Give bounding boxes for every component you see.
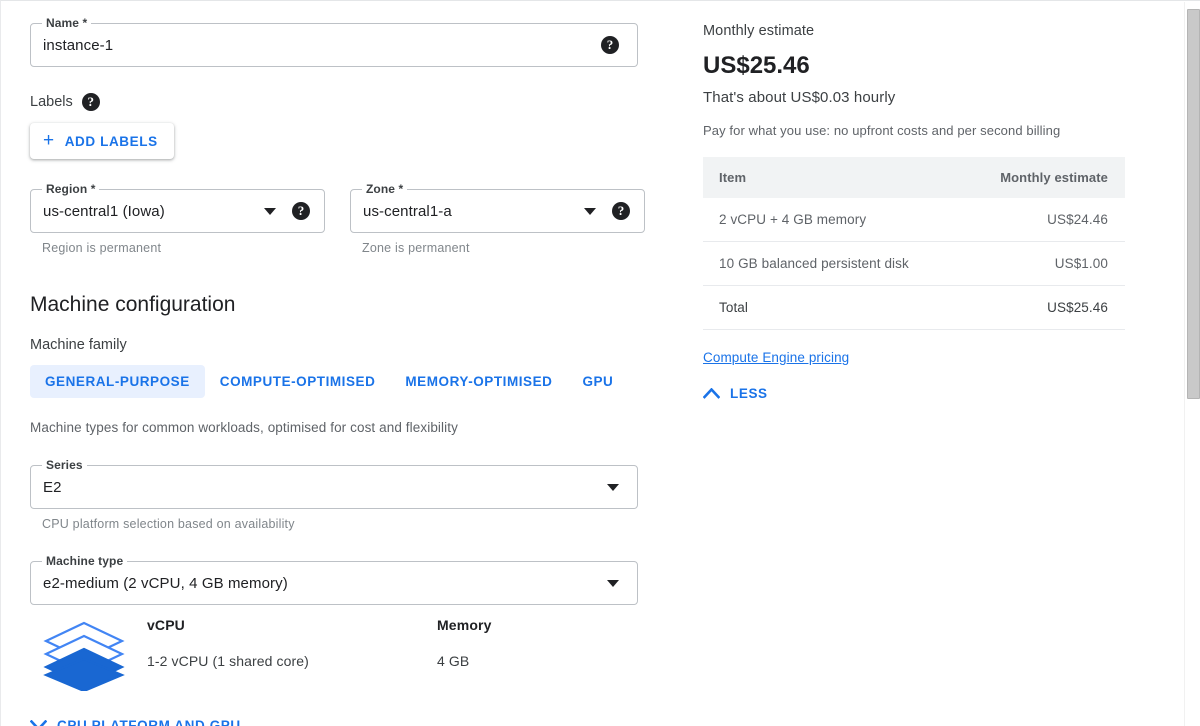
region-select-legend: Region * [42, 182, 100, 196]
tab-gpu[interactable]: GPU [567, 365, 628, 398]
tab-general-purpose[interactable]: GENERAL-PURPOSE [30, 365, 205, 398]
name-field-legend: Name * [42, 16, 92, 30]
cpu-platform-and-gpu-label: CPU PLATFORM AND GPU [57, 718, 241, 726]
region-hint: Region is permanent [42, 241, 162, 255]
table-header-item: Item [703, 157, 954, 198]
chevron-down-icon[interactable] [264, 207, 276, 215]
machine-specs: vCPU 1-2 vCPU (1 shared core) Memory 4 G… [30, 617, 701, 696]
machine-family-label: Machine family [30, 337, 127, 353]
name-field[interactable]: Name * instance-1 ? [30, 16, 638, 67]
region-group: Region * us-central1 (Iowa) ? Region is … [30, 182, 325, 255]
vm-create-form-page: Name * instance-1 ? Labels ? + ADD LABEL… [0, 0, 1200, 726]
name-input-value[interactable]: instance-1 [31, 37, 601, 54]
less-button[interactable]: LESS [703, 386, 1171, 401]
series-hint: CPU platform selection based on availabi… [42, 517, 295, 531]
tab-memory-optimised[interactable]: MEMORY-OPTIMISED [390, 365, 567, 398]
region-zone-row: Region * us-central1 (Iowa) ? Region is … [30, 182, 701, 255]
memory-spec-value: 4 GB [437, 653, 470, 669]
form-left-column: Name * instance-1 ? Labels ? + ADD LABEL… [1, 16, 701, 726]
tab-compute-optimised[interactable]: COMPUTE-OPTIMISED [205, 365, 391, 398]
table-row: 2 vCPU + 4 GB memory US$24.46 [703, 198, 1125, 242]
chevron-down-icon[interactable] [607, 483, 619, 491]
machine-family-description: Machine types for common workloads, opti… [30, 420, 458, 435]
table-header-monthly-estimate: Monthly estimate [953, 157, 1125, 198]
table-header-row: Item Monthly estimate [703, 157, 1125, 198]
series-select-value: E2 [43, 478, 62, 496]
disk-stack-icon [42, 617, 147, 696]
machine-family-tabs: GENERAL-PURPOSE COMPUTE-OPTIMISED MEMORY… [30, 365, 701, 398]
table-cell-cost: US$25.46 [953, 285, 1125, 330]
estimate-panel: Monthly estimate US$25.46 That's about U… [701, 23, 1171, 726]
estimate-table: Item Monthly estimate 2 vCPU + 4 GB memo… [703, 157, 1125, 330]
region-select-value: us-central1 (Iowa) [43, 202, 165, 220]
memory-spec-title: Memory [437, 617, 492, 633]
estimate-amount: US$25.46 [703, 52, 810, 79]
help-icon[interactable]: ? [292, 202, 310, 220]
help-icon[interactable]: ? [612, 202, 630, 220]
cpu-platform-and-gpu-expander[interactable]: CPU PLATFORM AND GPU [30, 718, 701, 726]
zone-select[interactable]: Zone * us-central1-a ? [350, 182, 645, 233]
table-cell-item: Total [703, 285, 954, 330]
table-cell-item: 10 GB balanced persistent disk [703, 241, 954, 286]
add-labels-button-label: ADD LABELS [64, 133, 158, 149]
series-select-legend: Series [42, 458, 87, 472]
chevron-down-icon [30, 720, 47, 726]
table-cell-item: 2 vCPU + 4 GB memory [703, 198, 954, 242]
table-cell-cost: US$1.00 [953, 241, 1125, 286]
machine-type-select[interactable]: Machine type e2-medium (2 vCPU, 4 GB mem… [30, 554, 638, 605]
compute-engine-pricing-link[interactable]: Compute Engine pricing [703, 350, 849, 365]
vertical-scrollbar[interactable] [1184, 2, 1200, 726]
zone-select-value: us-central1-a [363, 202, 452, 220]
vcpu-spec: vCPU 1-2 vCPU (1 shared core) [147, 617, 437, 669]
series-select[interactable]: Series E2 [30, 458, 638, 509]
zone-group: Zone * us-central1-a ? Zone is permanent [350, 182, 645, 255]
help-icon[interactable]: ? [601, 36, 619, 54]
labels-label: Labels [30, 94, 73, 110]
labels-row: Labels ? [30, 93, 701, 111]
region-select[interactable]: Region * us-central1 (Iowa) ? [30, 182, 325, 233]
zone-select-legend: Zone * [362, 182, 408, 196]
table-row-total: Total US$25.46 [703, 285, 1125, 330]
estimate-title: Monthly estimate [703, 23, 815, 39]
machine-configuration-title: Machine configuration [30, 293, 236, 316]
zone-hint: Zone is permanent [362, 241, 470, 255]
estimate-hourly: That's about US$0.03 hourly [703, 89, 896, 106]
scrollbar-thumb[interactable] [1187, 9, 1200, 399]
chevron-up-icon [703, 388, 720, 399]
plus-icon: + [43, 129, 55, 151]
vcpu-spec-title: vCPU [147, 617, 185, 633]
table-row: 10 GB balanced persistent disk US$1.00 [703, 241, 1125, 286]
less-button-label: LESS [730, 386, 768, 401]
table-cell-cost: US$24.46 [953, 198, 1125, 242]
machine-type-select-value: e2-medium (2 vCPU, 4 GB memory) [43, 574, 288, 592]
machine-type-select-legend: Machine type [42, 554, 128, 568]
chevron-down-icon[interactable] [607, 579, 619, 587]
name-help-wrap: ? [601, 36, 637, 54]
add-labels-button[interactable]: + ADD LABELS [30, 123, 174, 159]
vcpu-spec-value: 1-2 vCPU (1 shared core) [147, 653, 309, 669]
estimate-note: Pay for what you use: no upfront costs a… [703, 123, 1061, 138]
help-icon[interactable]: ? [81, 93, 100, 111]
chevron-down-icon[interactable] [584, 207, 596, 215]
memory-spec: Memory 4 GB [437, 617, 617, 669]
